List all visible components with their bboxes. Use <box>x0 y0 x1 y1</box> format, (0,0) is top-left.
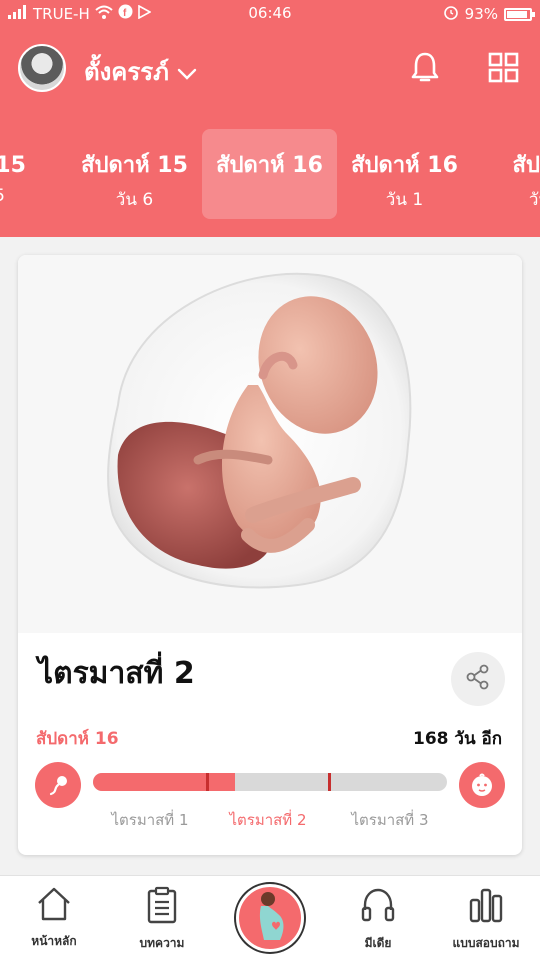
grid-menu-icon[interactable] <box>484 48 524 88</box>
share-icon <box>464 663 492 695</box>
week-tab[interactable]: ห์ 15 5 <box>0 129 67 219</box>
battery-icon <box>504 7 535 21</box>
nav-media-label: มีเดีย <box>364 936 392 950</box>
bar-chart-icon <box>467 888 505 928</box>
share-button[interactable] <box>451 652 505 706</box>
week-tab-day: วัน 6 <box>115 190 154 210</box>
pregnant-woman-icon <box>248 890 292 946</box>
status-bar: TRUE-H f 06:46 93% <box>0 0 540 28</box>
trimester-marker <box>328 773 331 791</box>
bell-icon[interactable] <box>405 48 445 88</box>
week-tab[interactable]: สัปดาห์ 16 วัน 1 <box>337 129 472 219</box>
trimester-1-label: ไตรมาสที่ 1 <box>111 811 189 829</box>
nav-pregnancy-button[interactable] <box>236 884 304 952</box>
headphones-icon <box>359 888 397 928</box>
week-tab-label: ห์ 15 <box>0 153 26 178</box>
avatar[interactable] <box>18 44 66 92</box>
pregnancy-progress-bar <box>93 773 447 791</box>
week-tab-label: สัปดา <box>512 153 540 178</box>
chevron-down-icon <box>177 58 197 86</box>
sperm-icon <box>35 762 81 808</box>
current-week-label: สัปดาห์ 16 <box>36 729 119 749</box>
trimester-marker <box>206 773 209 791</box>
week-selector[interactable]: ห์ 15 5 สัปดาห์ 15 วัน 6 สัปดาห์ 16 สัปด… <box>0 113 540 237</box>
nav-home-label: หน้าหลัก <box>31 934 77 948</box>
week-tab-label: สัปดาห์ 16 <box>216 153 323 178</box>
nav-home[interactable]: หน้าหลัก <box>0 886 108 951</box>
trimester-title: ไตรมาสที่ 2 <box>38 656 195 691</box>
username: ตั้งครรภ์ <box>84 58 169 86</box>
fetus-illustration <box>18 255 522 633</box>
week-tab-current[interactable]: สัปดาห์ 16 <box>202 129 337 219</box>
progress-fill <box>93 773 235 791</box>
app-header: ตั้งครรภ์ <box>0 28 540 113</box>
baby-face-icon <box>459 762 505 808</box>
clipboard-icon <box>145 886 179 928</box>
trimester-2-label: ไตรมาสที่ 2 <box>229 811 307 829</box>
pregnancy-card: ไตรมาสที่ 2 สัปดาห์ 16 168 วัน อีก ไตรมา… <box>18 255 522 855</box>
week-tab[interactable]: สัปดา วัน <box>472 129 540 219</box>
week-tab-day: 5 <box>0 186 67 206</box>
week-tab-label: สัปดาห์ 15 <box>81 153 188 178</box>
nav-media[interactable]: มีเดีย <box>324 886 432 953</box>
week-tab-day: วัน <box>528 190 540 210</box>
nav-articles[interactable]: บทความ <box>108 886 216 953</box>
profile-selector[interactable]: ตั้งครรภ์ <box>84 52 197 91</box>
home-icon <box>35 887 73 926</box>
week-tab-day: วัน 1 <box>385 190 424 210</box>
alarm-icon <box>443 4 459 24</box>
nav-quiz-label: แบบสอบถาม <box>452 936 520 950</box>
week-tab-label: สัปดาห์ 16 <box>351 153 458 178</box>
trimester-3-label: ไตรมาสที่ 3 <box>351 811 429 829</box>
days-remaining: 168 วัน อีก <box>413 729 502 749</box>
bottom-navigation: หน้าหลัก บทความ มีเดีย แบบสอบถาม <box>0 875 540 960</box>
battery-percent: 93% <box>464 5 498 23</box>
nav-articles-label: บทความ <box>139 936 185 950</box>
nav-quiz[interactable]: แบบสอบถาม <box>432 886 540 953</box>
week-tab[interactable]: สัปดาห์ 15 วัน 6 <box>67 129 202 219</box>
